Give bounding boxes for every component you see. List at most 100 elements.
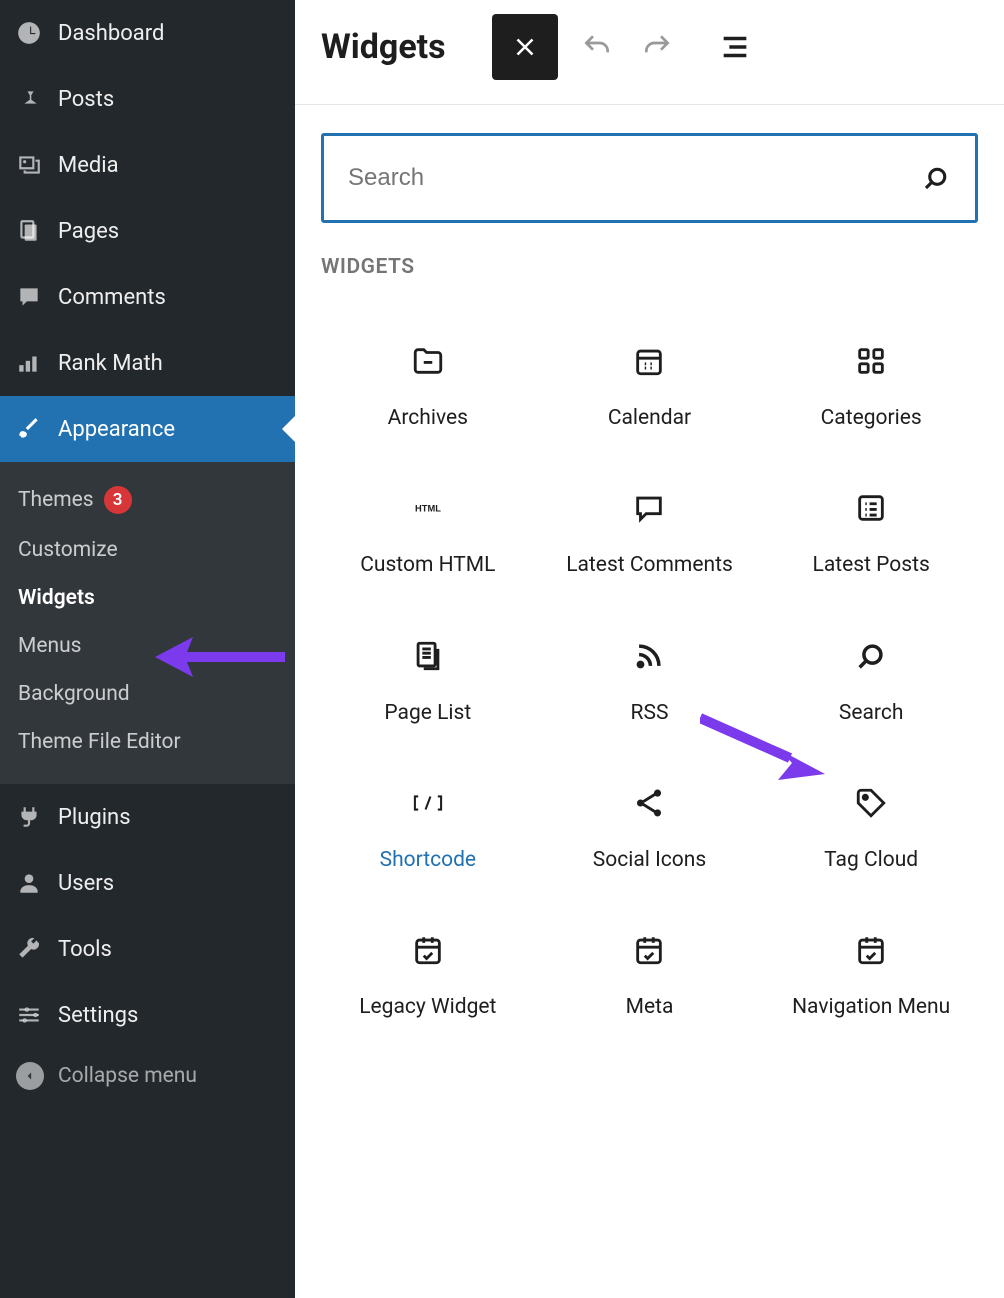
widget-label: RSS xyxy=(631,700,669,727)
list-view-icon xyxy=(718,30,752,64)
widget-rss[interactable]: RSS xyxy=(543,638,757,727)
sidebar-item-posts[interactable]: Posts xyxy=(0,66,295,132)
widget-latest-posts[interactable]: Latest Posts xyxy=(764,490,978,579)
categories-icon xyxy=(853,343,889,379)
submenu-item-background[interactable]: Background xyxy=(0,670,295,718)
submenu-item-theme-file-editor[interactable]: Theme File Editor xyxy=(0,718,295,766)
widget-label: Tag Cloud xyxy=(824,847,918,874)
widget-social-icons[interactable]: Social Icons xyxy=(543,785,757,874)
brush-icon xyxy=(14,416,44,442)
section-heading: Widgets xyxy=(295,241,1004,293)
widget-categories[interactable]: Categories xyxy=(764,343,978,432)
media-icon xyxy=(14,152,44,178)
admin-sidebar: Dashboard Posts Media Pages Comments Ran… xyxy=(0,0,295,1298)
widget-calendar[interactable]: Calendar xyxy=(543,343,757,432)
sidebar-item-tools[interactable]: Tools xyxy=(0,916,295,982)
widget-legacy-widget[interactable]: Legacy Widget xyxy=(321,932,535,1021)
widget-meta[interactable]: Meta xyxy=(543,932,757,1021)
submenu-item-label: Theme File Editor xyxy=(18,730,181,754)
list-view-button[interactable] xyxy=(714,26,756,68)
widgets-grid: Archives Calendar Categories HTML Custom… xyxy=(295,293,1004,1041)
widget-label: Legacy Widget xyxy=(359,994,496,1021)
widget-label: Latest Posts xyxy=(813,552,930,579)
search-icon xyxy=(921,163,951,193)
user-icon xyxy=(14,870,44,896)
submenu-item-label: Widgets xyxy=(18,586,95,610)
shortcode-icon xyxy=(410,785,446,821)
search-widget-icon xyxy=(853,638,889,674)
widget-page-list[interactable]: Page List xyxy=(321,638,535,727)
widget-label: Meta xyxy=(626,994,674,1021)
rss-icon xyxy=(631,638,667,674)
sidebar-item-label: Media xyxy=(58,153,119,178)
search-area xyxy=(295,105,1004,241)
widget-label: Page List xyxy=(384,700,471,727)
sidebar-item-label: Users xyxy=(58,871,114,896)
sidebar-item-label: Rank Math xyxy=(58,351,163,376)
widget-label: Archives xyxy=(388,405,468,432)
plug-icon xyxy=(14,804,44,830)
widget-archives[interactable]: Archives xyxy=(321,343,535,432)
submenu-item-label: Themes xyxy=(18,488,94,512)
search-input[interactable] xyxy=(348,164,921,192)
update-badge: 3 xyxy=(104,486,132,514)
redo-button[interactable] xyxy=(636,26,678,68)
sidebar-item-label: Tools xyxy=(58,937,112,962)
editor-toolbar: Widgets xyxy=(295,0,1004,105)
sliders-icon xyxy=(14,1002,44,1028)
submenu-item-label: Menus xyxy=(18,634,81,658)
widget-shortcode[interactable]: Shortcode xyxy=(321,785,535,874)
widget-label: Latest Comments xyxy=(566,552,733,579)
post-list-icon xyxy=(853,490,889,526)
widget-label: Navigation Menu xyxy=(792,994,950,1021)
sidebar-item-label: Appearance xyxy=(58,417,175,442)
chart-icon xyxy=(14,350,44,376)
collapse-label: Collapse menu xyxy=(58,1064,197,1088)
submenu-item-customize[interactable]: Customize xyxy=(0,526,295,574)
widget-label: Social Icons xyxy=(593,847,706,874)
redo-icon xyxy=(641,31,673,63)
comment-outline-icon xyxy=(631,490,667,526)
sidebar-item-rankmath[interactable]: Rank Math xyxy=(0,330,295,396)
widget-label: Calendar xyxy=(608,405,691,432)
wrench-icon xyxy=(14,936,44,962)
submenu-item-label: Background xyxy=(18,682,130,706)
sidebar-item-label: Comments xyxy=(58,285,166,310)
pin-icon xyxy=(14,86,44,112)
submenu-item-themes[interactable]: Themes 3 xyxy=(0,474,295,526)
tag-icon xyxy=(853,785,889,821)
sidebar-item-settings[interactable]: Settings xyxy=(0,982,295,1048)
widget-label: Custom HTML xyxy=(360,552,495,579)
nav-menu-icon xyxy=(853,932,889,968)
submenu-item-menus[interactable]: Menus xyxy=(0,622,295,670)
sidebar-item-label: Settings xyxy=(58,1003,138,1028)
calendar-check-icon xyxy=(410,932,446,968)
sidebar-item-plugins[interactable]: Plugins xyxy=(0,784,295,850)
html-icon: HTML xyxy=(410,490,446,526)
widget-custom-html[interactable]: HTML Custom HTML xyxy=(321,490,535,579)
widget-search[interactable]: Search xyxy=(764,638,978,727)
sidebar-item-comments[interactable]: Comments xyxy=(0,264,295,330)
undo-icon xyxy=(581,31,613,63)
sidebar-item-appearance[interactable]: Appearance xyxy=(0,396,295,462)
calendar-icon xyxy=(631,343,667,379)
widget-latest-comments[interactable]: Latest Comments xyxy=(543,490,757,579)
sidebar-item-pages[interactable]: Pages xyxy=(0,198,295,264)
sidebar-item-users[interactable]: Users xyxy=(0,850,295,916)
calendar-meta-icon xyxy=(631,932,667,968)
close-panel-button[interactable] xyxy=(492,14,558,80)
dashboard-icon xyxy=(14,20,44,46)
sidebar-item-label: Pages xyxy=(58,219,119,244)
share-icon xyxy=(631,785,667,821)
collapse-menu-button[interactable]: Collapse menu xyxy=(0,1048,295,1104)
comment-icon xyxy=(14,284,44,310)
widget-label: Shortcode xyxy=(380,847,476,874)
undo-button[interactable] xyxy=(576,26,618,68)
sidebar-item-dashboard[interactable]: Dashboard xyxy=(0,0,295,66)
widget-label: Search xyxy=(839,700,904,727)
widget-tag-cloud[interactable]: Tag Cloud xyxy=(764,785,978,874)
submenu-item-widgets[interactable]: Widgets xyxy=(0,574,295,622)
page-list-icon xyxy=(410,638,446,674)
sidebar-item-media[interactable]: Media xyxy=(0,132,295,198)
widget-navigation-menu[interactable]: Navigation Menu xyxy=(764,932,978,1021)
